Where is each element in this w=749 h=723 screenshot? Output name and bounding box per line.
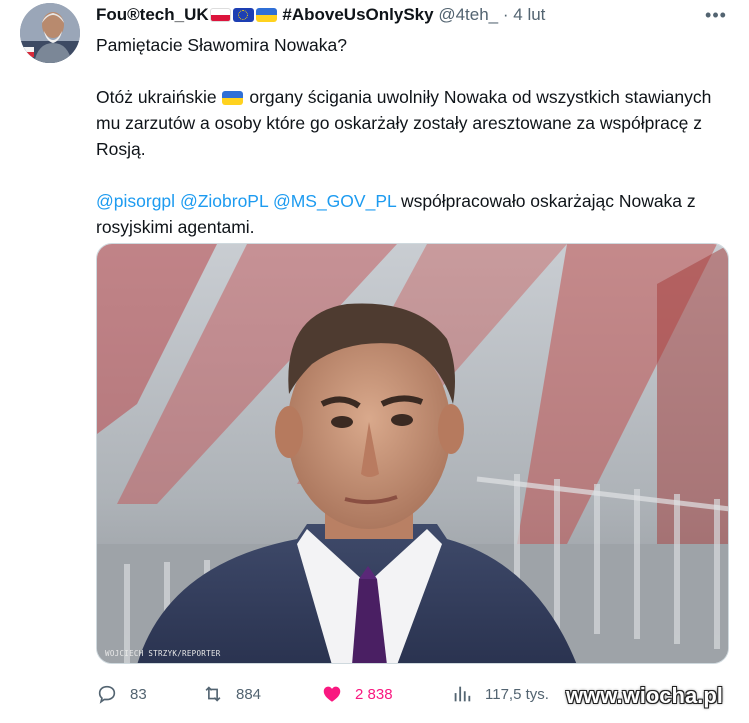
ukraine-flag-icon [255,8,277,22]
views-chart-icon [454,686,471,702]
photo-credit: WOJCIECH STRZYK/REPORTER [105,649,221,658]
reply-button[interactable]: 83 [96,680,147,708]
avatar-image [20,3,80,63]
author-hashtag[interactable]: #AboveUsOnlySky [282,5,433,24]
author-handle[interactable]: @4teh_ [438,5,498,24]
eu-flag-icon [232,8,254,22]
text-paragraph-2: Otóż ukraińskie organy ścigania uwolniły… [96,84,726,162]
text-line-1: Pamiętacie Sławomira Nowaka? [96,35,347,55]
views-count: 117,5 tys. [485,685,549,703]
tweet-photo[interactable]: WOJCIECH STRZYK/REPORTER [96,243,729,664]
avatar[interactable] [20,3,80,63]
reply-count: 83 [130,685,147,703]
author-name[interactable]: Fou®tech_UK [96,5,209,24]
photo-image [97,244,728,663]
tweet-header: Fou®tech_UK #AboveUsOnlySky @4teh_ · 4 l… [96,4,729,28]
tweet-text: Pamiętacie Sławomira Nowaka? Otóż ukraiń… [96,32,726,240]
mention-ms-gov-pl[interactable]: @MS_GOV_PL [273,191,396,211]
views-button[interactable]: 117,5 tys. [451,680,549,708]
more-options-icon[interactable]: ••• [703,4,729,26]
mention-ziobropl[interactable]: @ZiobroPL [180,191,268,211]
text-p2-start: Otóż ukraińskie [96,87,222,107]
like-count: 2 838 [355,685,393,703]
reply-icon [98,685,116,704]
retweet-icon [205,686,221,702]
site-watermark: www.wiocha.pl [566,683,723,708]
poland-flag-icon [209,8,231,22]
mention-pisorgpl[interactable]: @pisorgpl [96,191,175,211]
text-paragraph-3: @pisorgpl @ZiobroPL @MS_GOV_PL współprac… [96,188,726,240]
retweet-button[interactable]: 884 [202,680,261,708]
tweet: Fou®tech_UK #AboveUsOnlySky @4teh_ · 4 l… [0,0,749,723]
separator-dot: · [502,5,509,24]
tweet-timestamp[interactable]: 4 lut [513,5,545,24]
retweet-count: 884 [236,685,262,703]
ukraine-flag-icon [222,91,244,105]
heart-icon [323,686,341,702]
like-button[interactable]: 2 838 [321,680,393,708]
